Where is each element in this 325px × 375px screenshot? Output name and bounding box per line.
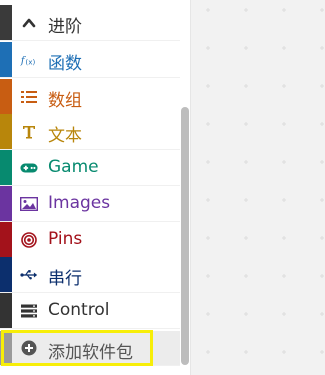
toolbox: 进阶 f (x) 函数 数组 文本 Game Images Pins 串行 Co… bbox=[0, 0, 191, 375]
category-label: 文本 bbox=[48, 126, 82, 146]
image-icon bbox=[20, 186, 38, 221]
category-color-stripe bbox=[0, 150, 12, 185]
category-advanced[interactable]: 进阶 bbox=[0, 5, 180, 41]
category-images[interactable]: Images bbox=[0, 186, 180, 222]
list-icon bbox=[20, 79, 38, 114]
category-color-stripe bbox=[0, 42, 12, 77]
category-color-stripe bbox=[0, 331, 12, 365]
category-color-stripe bbox=[0, 5, 12, 40]
workspace-canvas[interactable] bbox=[191, 0, 325, 375]
category-color-stripe bbox=[0, 293, 12, 328]
category-label: 数组 bbox=[48, 91, 82, 111]
add-package-button[interactable]: 添加软件包 bbox=[0, 331, 180, 366]
gamepad-icon bbox=[20, 150, 38, 185]
target-icon bbox=[20, 222, 38, 257]
category-color-stripe bbox=[0, 186, 12, 221]
category-label: 函数 bbox=[48, 54, 82, 74]
text-icon bbox=[20, 114, 38, 149]
category-pins[interactable]: Pins bbox=[0, 222, 180, 258]
category-color-stripe bbox=[0, 257, 12, 292]
category-arrays[interactable]: 数组 bbox=[0, 79, 180, 115]
category-color-stripe bbox=[0, 222, 12, 257]
category-label: Game bbox=[48, 157, 99, 177]
svg-text:(x): (x) bbox=[25, 57, 35, 66]
chevron-up-icon bbox=[20, 5, 38, 40]
category-label: 进阶 bbox=[48, 17, 82, 37]
category-text[interactable]: 文本 bbox=[0, 114, 180, 150]
category-color-stripe bbox=[0, 114, 12, 149]
usb-icon bbox=[20, 257, 38, 292]
category-label: Pins bbox=[48, 229, 83, 249]
category-functions[interactable]: f (x) 函数 bbox=[0, 42, 180, 78]
category-label: Images bbox=[48, 193, 111, 213]
plus-circle-icon bbox=[20, 331, 38, 365]
category-color-stripe bbox=[0, 79, 12, 114]
category-label: Control bbox=[48, 300, 110, 320]
category-label: 添加软件包 bbox=[48, 343, 133, 363]
function-icon: f (x) bbox=[20, 42, 38, 77]
category-control[interactable]: Control bbox=[0, 293, 180, 329]
category-label: 串行 bbox=[48, 269, 82, 289]
control-icon bbox=[20, 293, 38, 328]
workspace-grid bbox=[206, 8, 324, 354]
category-serial[interactable]: 串行 bbox=[0, 257, 180, 293]
category-game[interactable]: Game bbox=[0, 150, 180, 186]
toolbox-scrollbar[interactable] bbox=[181, 107, 189, 365]
